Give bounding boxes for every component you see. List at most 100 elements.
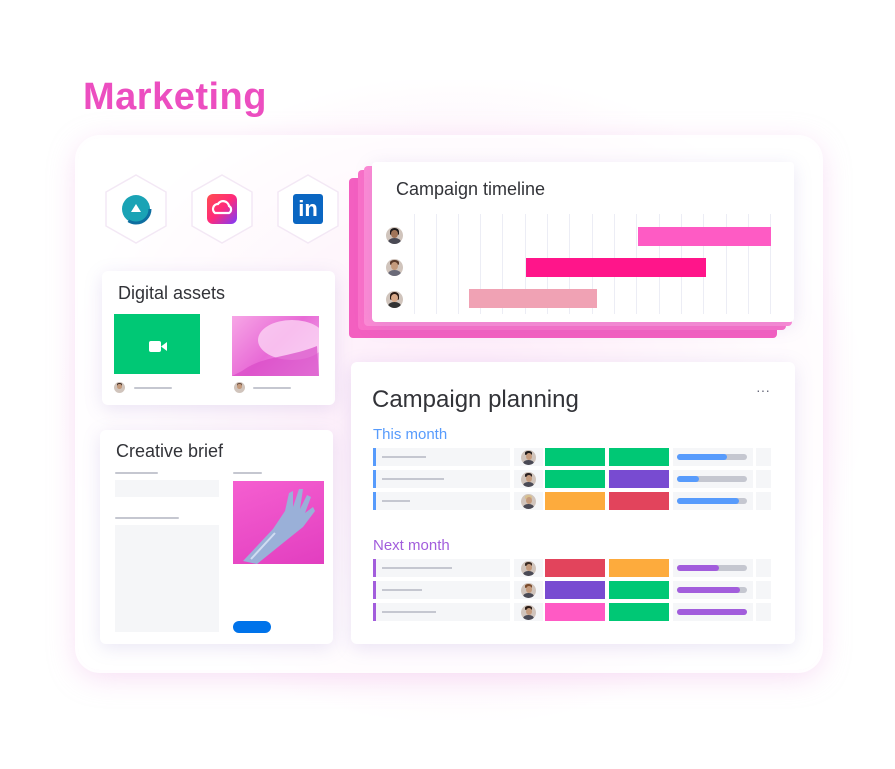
creative-brief-title: Creative brief	[116, 441, 224, 461]
item-name-cell[interactable]	[373, 492, 510, 510]
owner-cell[interactable]	[514, 581, 543, 599]
group-color-bar	[373, 581, 376, 599]
brief-field-input[interactable]	[115, 480, 219, 497]
owner-cell[interactable]	[514, 470, 543, 488]
avatar	[521, 605, 536, 620]
status-cell[interactable]	[545, 603, 605, 621]
group-label-next-month[interactable]: Next month	[373, 537, 450, 554]
group-color-bar	[373, 448, 376, 466]
timeline-bar[interactable]	[526, 258, 706, 277]
add-column-cell[interactable]	[756, 492, 771, 510]
avatar	[386, 259, 403, 276]
owner-cell[interactable]	[514, 603, 543, 621]
avatar	[521, 583, 536, 598]
priority-cell[interactable]	[609, 448, 669, 466]
avatar	[114, 382, 125, 393]
page-title: Marketing	[83, 76, 267, 118]
timeline-gridline	[458, 214, 459, 314]
status-cell[interactable]	[545, 470, 605, 488]
timeline-bar[interactable]	[469, 289, 597, 308]
group-label-this-month[interactable]: This month	[373, 426, 447, 443]
priority-cell[interactable]	[609, 581, 669, 599]
more-horizontal-icon[interactable]: ···	[756, 382, 770, 398]
progress-fill	[677, 587, 740, 593]
linkedin-icon-label: in	[298, 196, 318, 221]
progress-track	[677, 587, 747, 593]
item-name-placeholder	[382, 567, 452, 569]
avatar	[234, 382, 245, 393]
image-asset-thumbnail[interactable]	[232, 316, 319, 376]
add-column-cell[interactable]	[756, 559, 771, 577]
teal-circle-arrow-icon	[120, 193, 152, 225]
priority-cell[interactable]	[609, 603, 669, 621]
group-color-bar	[373, 559, 376, 577]
video-camera-icon	[149, 339, 167, 357]
progress-cell	[673, 470, 753, 488]
item-name-placeholder	[382, 478, 444, 480]
brief-image	[233, 481, 324, 564]
progress-track	[677, 609, 747, 615]
group-color-bar	[373, 492, 376, 510]
status-cell[interactable]	[545, 581, 605, 599]
avatar	[521, 450, 536, 465]
group-color-bar	[373, 603, 376, 621]
item-name-placeholder	[382, 456, 426, 458]
item-name-cell[interactable]	[373, 559, 510, 577]
group-color-bar	[373, 470, 376, 488]
brief-textarea[interactable]	[115, 525, 219, 632]
campaign-timeline-title: Campaign timeline	[396, 179, 546, 199]
owner-cell[interactable]	[514, 492, 543, 510]
owner-cell[interactable]	[514, 559, 543, 577]
integration-campaign-app[interactable]	[104, 173, 168, 245]
item-name-cell[interactable]	[373, 470, 510, 488]
linkedin-icon: in	[293, 194, 323, 224]
progress-track	[677, 454, 747, 460]
asset-meta-line	[134, 387, 172, 389]
timeline-bar[interactable]	[638, 227, 771, 246]
progress-cell	[673, 448, 753, 466]
progress-cell	[673, 492, 753, 510]
status-cell[interactable]	[545, 448, 605, 466]
timeline-gridline	[436, 214, 437, 314]
integration-linkedin[interactable]: in	[276, 173, 340, 245]
add-column-cell[interactable]	[756, 470, 771, 488]
integration-adobe-creative-cloud[interactable]	[190, 173, 254, 245]
progress-track	[677, 476, 747, 482]
priority-cell[interactable]	[609, 492, 669, 510]
avatar	[521, 472, 536, 487]
item-name-cell[interactable]	[373, 448, 510, 466]
progress-cell	[673, 581, 753, 599]
asset-meta-line	[253, 387, 291, 389]
brief-submit-button[interactable]	[233, 621, 271, 633]
adobe-cc-icon	[206, 193, 238, 225]
add-column-cell[interactable]	[756, 581, 771, 599]
progress-fill	[677, 565, 719, 571]
video-asset-thumbnail[interactable]	[114, 314, 200, 374]
priority-cell[interactable]	[609, 559, 669, 577]
item-name-placeholder	[382, 500, 410, 502]
campaign-planning-title: Campaign planning	[372, 386, 579, 413]
progress-fill	[677, 498, 739, 504]
priority-cell[interactable]	[609, 470, 669, 488]
status-cell[interactable]	[545, 492, 605, 510]
add-column-cell[interactable]	[756, 603, 771, 621]
progress-track	[677, 565, 747, 571]
avatar	[386, 291, 403, 308]
progress-fill	[677, 609, 747, 615]
brief-field-label	[115, 472, 158, 474]
item-name-placeholder	[382, 611, 436, 613]
progress-fill	[677, 476, 700, 482]
creative-brief-card[interactable]: Creative brief	[100, 430, 333, 644]
add-column-cell[interactable]	[756, 448, 771, 466]
owner-cell[interactable]	[514, 448, 543, 466]
progress-track	[677, 498, 747, 504]
avatar	[386, 227, 403, 244]
brief-field-label	[115, 517, 179, 519]
progress-fill	[677, 454, 728, 460]
digital-assets-title: Digital assets	[118, 283, 226, 303]
item-name-cell[interactable]	[373, 603, 510, 621]
avatar	[521, 561, 536, 576]
digital-assets-card[interactable]: Digital assets	[102, 271, 335, 405]
status-cell[interactable]	[545, 559, 605, 577]
item-name-cell[interactable]	[373, 581, 510, 599]
